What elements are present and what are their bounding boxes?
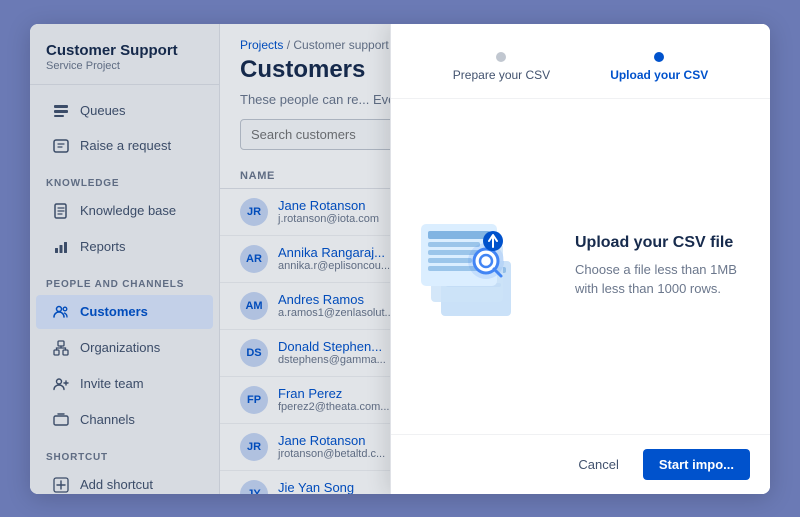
- csv-illustration: [411, 206, 541, 326]
- modal-footer: Cancel Start impo...: [391, 434, 770, 494]
- modal-upload-section: Upload your CSV file Choose a file less …: [551, 214, 770, 319]
- step-prepare-csv: Prepare your CSV: [453, 52, 550, 82]
- step-prepare-dot: [496, 52, 506, 62]
- app-window: Customer Support Service Project Queues …: [30, 24, 770, 494]
- step-upload-label: Upload your CSV: [610, 68, 708, 82]
- modal-overlay: Prepare your CSV Upload your CSV: [30, 24, 770, 494]
- step-upload-csv: Upload your CSV: [610, 52, 708, 82]
- modal-content-row: Upload your CSV file Choose a file less …: [391, 99, 770, 434]
- start-import-button[interactable]: Start impo...: [643, 449, 750, 480]
- csv-upload-modal: Prepare your CSV Upload your CSV: [390, 24, 770, 494]
- modal-steps: Prepare your CSV Upload your CSV: [391, 24, 770, 99]
- step-prepare-label: Prepare your CSV: [453, 68, 550, 82]
- step-upload-dot: [654, 52, 664, 62]
- modal-upload-title: Upload your CSV file: [575, 234, 746, 252]
- cancel-button[interactable]: Cancel: [564, 450, 632, 479]
- modal-upload-desc: Choose a file less than 1MB with less th…: [575, 260, 746, 299]
